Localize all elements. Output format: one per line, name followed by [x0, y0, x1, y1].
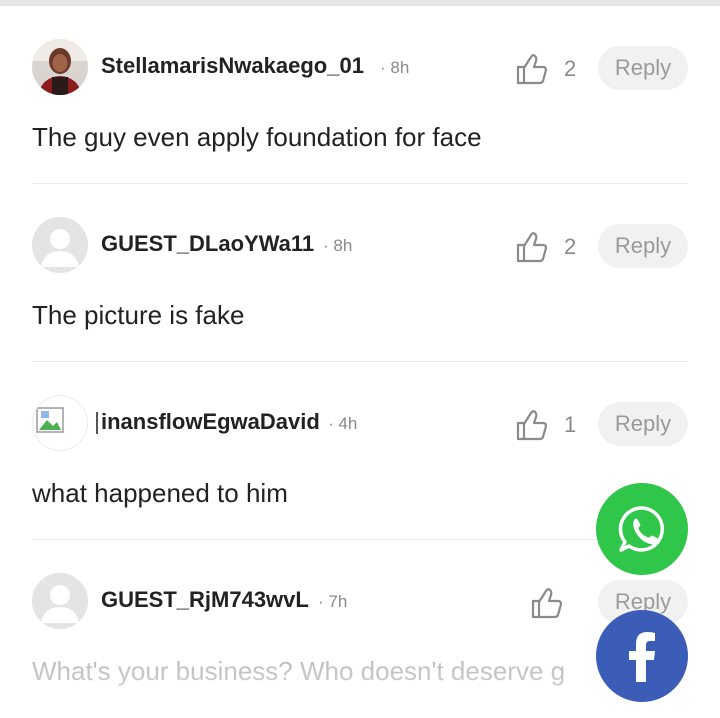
thumbs-up-icon[interactable] [530, 586, 564, 620]
user-avatar[interactable] [32, 395, 88, 451]
comment-text: The picture is fake [32, 300, 245, 330]
like-count: 2 [564, 234, 577, 259]
comment-item: StellamarisNwakaego_01 · 8h 2 Reply The … [0, 6, 720, 184]
comment-text: The guy even apply foundation for face [32, 122, 482, 152]
user-avatar[interactable] [32, 573, 88, 629]
comment-text: What's your business? Who doesn't deserv… [32, 656, 566, 686]
thumbs-up-icon[interactable] [515, 52, 549, 86]
username[interactable]: GUEST_RjM743wvL [101, 587, 309, 613]
username[interactable]: StellamarisNwakaego_01 [101, 53, 364, 79]
whatsapp-icon [618, 506, 665, 552]
comment-time: · 7h [318, 592, 348, 611]
whatsapp-share-button[interactable] [596, 483, 688, 575]
reply-button[interactable]: Reply [598, 46, 688, 90]
username[interactable]: GUEST_DLaoYWa11 [101, 231, 314, 257]
like-count: 1 [564, 412, 577, 437]
comment-time: · 4h [328, 414, 358, 433]
thumbs-up-icon[interactable] [515, 230, 549, 264]
separator-bar [96, 412, 98, 434]
facebook-icon [629, 632, 655, 682]
comment-item: GUEST_DLaoYWa11 · 8h 2 Reply The picture… [0, 184, 720, 362]
like-count: 2 [564, 56, 577, 81]
comment-time: · 8h [380, 58, 410, 77]
comment-text: what happened to him [32, 478, 288, 508]
thumbs-up-icon[interactable] [515, 408, 549, 442]
broken-image-icon [36, 407, 64, 433]
username[interactable]: inansflowEgwaDavid [101, 409, 320, 435]
user-avatar[interactable] [32, 217, 88, 273]
user-avatar[interactable] [32, 39, 88, 95]
reply-button[interactable]: Reply [598, 224, 688, 268]
facebook-share-button[interactable] [596, 610, 688, 702]
reply-button[interactable]: Reply [598, 402, 688, 446]
comment-time: · 8h [323, 236, 353, 255]
